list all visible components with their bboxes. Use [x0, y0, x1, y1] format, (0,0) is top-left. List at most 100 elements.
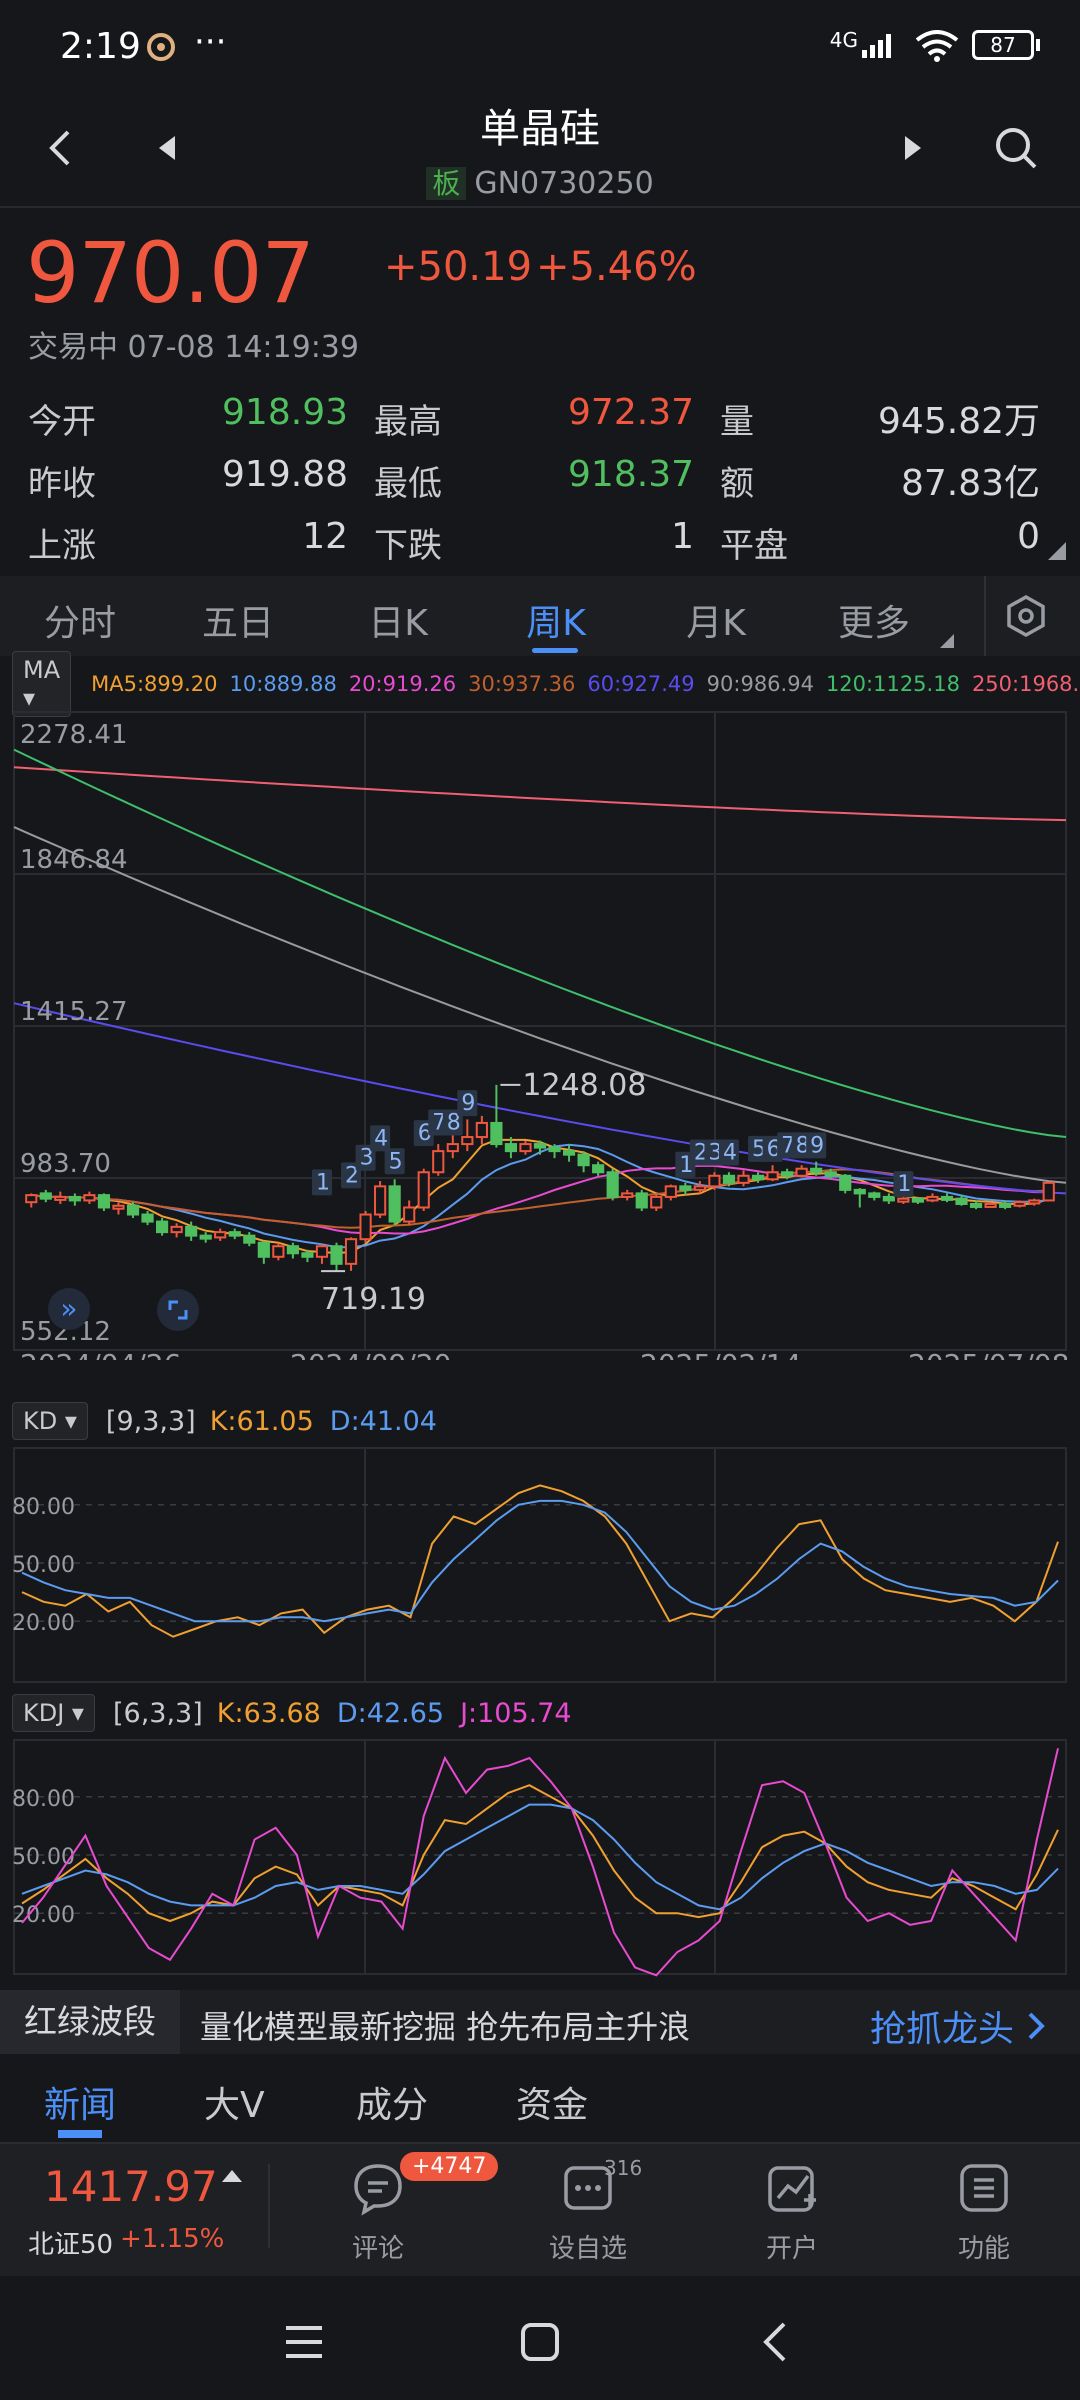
candle [868, 1192, 881, 1198]
kdj-params: [6,3,3] [112, 1697, 203, 1729]
svg-text:5: 5 [389, 1149, 403, 1174]
candle [984, 1202, 997, 1208]
tab-news[interactable]: 新闻 [44, 2076, 116, 2128]
candle [737, 1174, 750, 1184]
candle [1042, 1181, 1055, 1202]
low-annotation: 719.19 [321, 1282, 426, 1317]
news-tab-indicator [58, 2130, 102, 2138]
index-value[interactable]: 1417.97 [44, 2162, 218, 2211]
tab-daily-k[interactable]: 日K [338, 594, 458, 646]
candle [650, 1195, 663, 1209]
kdj-k-value: K:63.68 [216, 1697, 321, 1729]
candlestick-chart[interactable]: 2278.411846.841415.27983.70552.122024/04… [0, 700, 1080, 1360]
today-open-label: 今开 [28, 402, 96, 442]
sequence-marker: 5 [384, 1148, 405, 1175]
svg-text:9: 9 [810, 1133, 824, 1158]
indicator-tick: 20.00 [12, 1903, 75, 1928]
candle [810, 1167, 823, 1174]
back-button[interactable] [30, 116, 94, 180]
header: 单晶硅 板 GN0730250 [0, 96, 1080, 206]
candle [257, 1241, 270, 1258]
promo-tag: 红绿波段 [0, 1990, 180, 2054]
candle [388, 1185, 401, 1223]
candle [940, 1195, 954, 1201]
ma-line [13, 766, 1067, 822]
kd-dropdown[interactable]: KD ▾ [12, 1402, 88, 1440]
candle [955, 1197, 968, 1205]
open-account-button[interactable]: 开户 [732, 2160, 852, 2265]
index-name: 北证50 [28, 2230, 114, 2260]
candle [344, 1238, 358, 1265]
candle [490, 1121, 503, 1146]
app-notification-icon [147, 33, 175, 61]
volume-label: 量 [720, 402, 754, 442]
candle [795, 1167, 808, 1177]
kdj-indicator-chart[interactable]: 80.0050.0020.00 [0, 1732, 1080, 1982]
ma-line [13, 826, 1067, 1184]
tab-monthly-k[interactable]: 月K [656, 594, 776, 646]
sequence-marker: 9 [457, 1090, 478, 1117]
prev-stock-button[interactable] [136, 116, 200, 180]
fullscreen-icon[interactable] [156, 1288, 200, 1332]
signal-icon [862, 34, 891, 58]
tab-five-day[interactable]: 五日 [178, 594, 298, 646]
back-nav-icon[interactable] [756, 2322, 796, 2362]
fast-forward-icon[interactable]: » [48, 1288, 90, 1330]
rising-count-label: 上涨 [28, 526, 96, 566]
promo-banner[interactable]: 红绿波段 量化模型最新挖掘 抢先布局主升浪 抢抓龙头 [0, 1990, 1080, 2054]
tab-components[interactable]: 成分 [356, 2076, 428, 2128]
rising-count-value: 12 [302, 516, 348, 557]
candle [824, 1171, 837, 1177]
candle [548, 1146, 561, 1153]
x-tick-label: 2024/09/20 [290, 1348, 451, 1360]
svg-text:9: 9 [461, 1091, 475, 1116]
kd-indicator-chart[interactable]: 80.00 50.00 20.00 [0, 1440, 1080, 1690]
sequence-marker: 4 [370, 1125, 391, 1152]
candle [39, 1192, 52, 1200]
system-nav-bar [0, 2276, 1080, 2400]
open-account-icon [768, 2166, 816, 2212]
index-expand-icon[interactable] [222, 2170, 242, 2182]
search-button[interactable] [984, 116, 1048, 180]
candle [475, 1121, 488, 1139]
promo-link[interactable]: 抢抓龙头 [870, 2000, 1052, 2052]
x-tick-label: 2025/02/14 [640, 1348, 801, 1360]
next-stock-button[interactable] [880, 116, 944, 180]
candle [751, 1174, 765, 1181]
promo-text: 量化模型最新挖掘 抢先布局主升浪 [200, 2008, 691, 2046]
candle [25, 1194, 38, 1204]
candle [170, 1225, 183, 1234]
candle [926, 1195, 939, 1202]
functions-button[interactable]: 功能 [924, 2160, 1044, 2265]
candle [461, 1136, 474, 1146]
settings-hexagon-icon[interactable] [1004, 594, 1048, 638]
chevron-right-icon [1028, 2012, 1045, 2040]
home-icon[interactable] [520, 2322, 560, 2362]
candle [359, 1213, 372, 1241]
prev-close-label: 昨收 [28, 464, 96, 504]
sequence-marker: 1 [311, 1169, 332, 1196]
candle [432, 1150, 445, 1174]
recent-apps-icon[interactable] [284, 2322, 324, 2362]
candle [155, 1220, 169, 1234]
candle [97, 1194, 111, 1209]
candle [54, 1195, 67, 1201]
candle [664, 1185, 677, 1198]
indicator-tick: 80.00 [12, 1495, 75, 1520]
candle [766, 1171, 779, 1181]
tab-weekly-k[interactable]: 周K [496, 594, 616, 646]
tab-more[interactable]: 更多 [814, 594, 934, 646]
candle [621, 1192, 634, 1198]
candle [722, 1174, 736, 1184]
expand-corner-icon[interactable] [1046, 540, 1068, 562]
kdj-dropdown[interactable]: KDJ ▾ [12, 1694, 95, 1732]
tab-capital[interactable]: 资金 [516, 2076, 588, 2128]
candle [272, 1245, 285, 1258]
kd-params: [9,3,3] [105, 1405, 196, 1437]
candle [606, 1171, 619, 1198]
volume-value: 945.82万 [878, 401, 1040, 442]
bottom-toolbar: 1417.97 北证50 +1.15% 评论 +4747 设自选 316 开户 … [0, 2142, 1080, 2276]
prev-close-value: 919.88 [222, 454, 348, 495]
tab-intraday[interactable]: 分时 [20, 594, 140, 646]
tab-big-v[interactable]: 大V [204, 2076, 265, 2128]
